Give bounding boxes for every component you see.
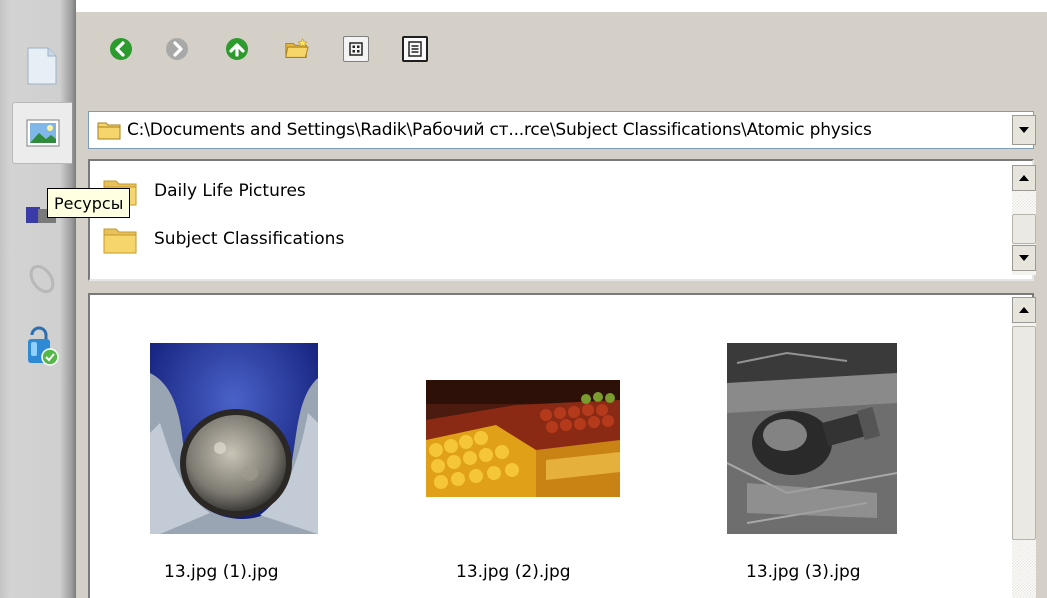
folder-label: Daily Life Pictures	[154, 181, 306, 201]
file-label: 13.jpg (2).jpg	[456, 562, 571, 582]
address-path: C:\Documents and Settings\Radik\Рабочий …	[127, 120, 872, 140]
up-button[interactable]	[224, 36, 250, 62]
file-label: 13.jpg (1).jpg	[164, 562, 279, 582]
left-sidebar	[0, 0, 76, 598]
chevron-down-icon	[1019, 127, 1029, 133]
back-icon	[110, 38, 132, 60]
chevron-up-icon	[1019, 307, 1029, 313]
sidebar-item-security[interactable]	[12, 316, 72, 378]
folder-icon	[97, 122, 121, 140]
list-view-button[interactable]	[402, 36, 428, 62]
folder-list: Daily Life Pictures Subject Classificati…	[88, 159, 1034, 281]
sidebar-item-attachments[interactable]	[12, 246, 72, 308]
main-top-strip	[76, 0, 1047, 12]
sidebar-item-document[interactable]	[12, 34, 72, 96]
address-dropdown-button[interactable]	[1012, 115, 1036, 145]
forward-button[interactable]	[164, 36, 190, 62]
chevron-up-icon	[1019, 175, 1029, 181]
picture-icon	[26, 119, 59, 147]
folder-scroll-thumb[interactable]	[1012, 214, 1036, 244]
file-thumbnail[interactable]	[150, 343, 318, 534]
up-icon	[226, 38, 248, 60]
fruit-stand-image	[426, 380, 620, 497]
thumbnails-scroll-thumb[interactable]	[1012, 326, 1036, 540]
back-button[interactable]	[108, 36, 134, 62]
hands-holding-metal-image	[150, 343, 318, 534]
folder-item[interactable]: Subject Classifications	[102, 219, 344, 259]
folder-scroll-up-button[interactable]	[1012, 165, 1036, 191]
chevron-down-icon	[1019, 255, 1029, 261]
file-thumbnail[interactable]	[426, 380, 620, 497]
sidebar-item-pictures[interactable]	[12, 102, 72, 164]
forward-icon	[166, 38, 188, 60]
folder-icon	[103, 228, 137, 254]
clip-icon	[29, 264, 55, 294]
bomb-photo-image	[726, 343, 898, 534]
thumbnail-view-icon	[349, 42, 363, 56]
lock-check-icon	[28, 326, 59, 366]
new-folder-button[interactable]	[284, 36, 310, 62]
folder-item[interactable]: Daily Life Pictures	[102, 171, 306, 211]
document-icon	[27, 47, 57, 85]
folder-scroll-down-button[interactable]	[1012, 245, 1036, 271]
sidebar-tooltip: Ресурсы	[47, 188, 131, 218]
new-folder-icon	[285, 38, 309, 58]
list-view-icon	[408, 41, 422, 57]
address-combo[interactable]: C:\Documents and Settings\Radik\Рабочий …	[88, 111, 1034, 149]
file-thumbnail[interactable]	[726, 343, 898, 534]
thumbnail-view-button[interactable]	[343, 36, 369, 62]
folder-label: Subject Classifications	[154, 229, 345, 249]
thumbnails-scroll-up-button[interactable]	[1012, 297, 1036, 323]
file-label: 13.jpg (3).jpg	[746, 562, 861, 582]
